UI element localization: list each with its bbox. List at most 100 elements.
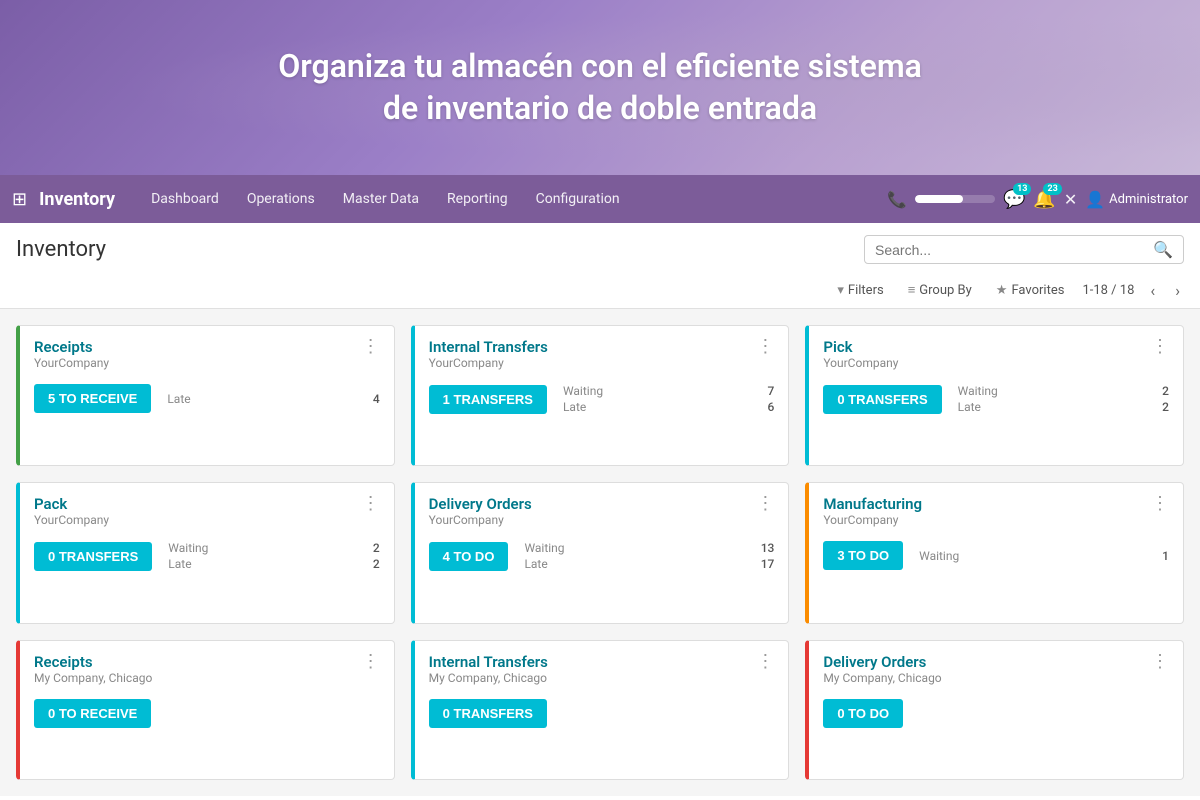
card-internal-transfers-chicago: Internal Transfers My Company, Chicago ⋮…	[411, 640, 790, 780]
card-delivery-orders-yourcompany: Delivery Orders YourCompany ⋮ 4 TO DO Wa…	[411, 482, 790, 623]
stat-row: Late 2	[958, 400, 1169, 414]
page-header: Inventory 🔍 ▾ Filters ≡ Group By ★ Favor…	[0, 223, 1200, 309]
card-subtitle: YourCompany	[429, 513, 532, 527]
card-menu-icon[interactable]: ⋮	[1151, 338, 1169, 356]
card-title[interactable]: Delivery Orders	[823, 653, 941, 671]
card-subtitle: YourCompany	[429, 356, 548, 370]
card-title[interactable]: Receipts	[34, 338, 109, 356]
card-action-button[interactable]: 4 TO DO	[429, 542, 509, 571]
nav-configuration[interactable]: Configuration	[524, 185, 632, 213]
stat-label: Late	[168, 557, 191, 571]
card-stats: Waiting 2 Late 2	[958, 384, 1169, 414]
stat-row: Waiting 2	[958, 384, 1169, 398]
page-count: 1-18 / 18	[1082, 283, 1134, 298]
card-action-button[interactable]: 0 TO RECEIVE	[34, 699, 151, 728]
stat-value: 2	[373, 557, 380, 571]
card-menu-icon[interactable]: ⋮	[756, 495, 774, 513]
card-body: 0 TRANSFERS Waiting 2 Late 2	[34, 541, 380, 571]
stat-label: Waiting	[958, 384, 998, 398]
next-page-button[interactable]: ›	[1171, 279, 1184, 302]
card-title[interactable]: Internal Transfers	[429, 338, 548, 356]
card-menu-icon[interactable]: ⋮	[362, 653, 380, 671]
card-menu-icon[interactable]: ⋮	[362, 338, 380, 356]
nav-brand[interactable]: Inventory	[39, 189, 115, 210]
nav-operations[interactable]: Operations	[235, 185, 327, 213]
stat-row: Waiting 7	[563, 384, 774, 398]
nav-reporting[interactable]: Reporting	[435, 185, 520, 213]
groupby-label: Group By	[919, 283, 972, 298]
card-action-button[interactable]: 0 TRANSFERS	[823, 385, 941, 414]
stat-value: 2	[1162, 384, 1169, 398]
stat-value: 13	[761, 541, 775, 555]
favorites-button[interactable]: ★ Favorites	[990, 279, 1071, 302]
favorites-label: Favorites	[1011, 283, 1064, 298]
stat-label: Waiting	[524, 541, 564, 555]
stat-value: 2	[373, 541, 380, 555]
card-header: Pack YourCompany ⋮	[34, 495, 380, 537]
toolbar: ▾ Filters ≡ Group By ★ Favorites 1-18 / …	[16, 272, 1184, 308]
card-body: 0 TO DO	[823, 699, 1169, 728]
nav-dashboard[interactable]: Dashboard	[139, 185, 231, 213]
title-row: Inventory 🔍	[16, 235, 1184, 264]
filters-button[interactable]: ▾ Filters	[831, 279, 889, 302]
card-header: Internal Transfers My Company, Chicago ⋮	[429, 653, 775, 695]
card-body: 1 TRANSFERS Waiting 7 Late 6	[429, 384, 775, 414]
card-title[interactable]: Manufacturing	[823, 495, 922, 513]
stat-value: 7	[768, 384, 775, 398]
nav-masterdata[interactable]: Master Data	[331, 185, 431, 213]
card-menu-icon[interactable]: ⋮	[756, 653, 774, 671]
card-delivery-orders-chicago: Delivery Orders My Company, Chicago ⋮ 0 …	[805, 640, 1184, 780]
card-header: Receipts YourCompany ⋮	[34, 338, 380, 380]
stat-label: Late	[563, 400, 586, 414]
stat-value: 2	[1162, 400, 1169, 414]
progress-bar-container	[915, 195, 995, 203]
card-subtitle: My Company, Chicago	[34, 671, 152, 685]
card-menu-icon[interactable]: ⋮	[1151, 495, 1169, 513]
messages-badge[interactable]: 💬 13	[1003, 189, 1025, 210]
groupby-button[interactable]: ≡ Group By	[902, 278, 978, 302]
search-input[interactable]	[875, 242, 1153, 258]
grid-icon[interactable]: ⊞	[12, 189, 27, 210]
card-body: 3 TO DO Waiting 1	[823, 541, 1169, 570]
card-receipts-yourcompany: Receipts YourCompany ⋮ 5 TO RECEIVE Late…	[16, 325, 395, 466]
card-title[interactable]: Internal Transfers	[429, 653, 548, 671]
user-menu[interactable]: 👤 Administrator	[1085, 190, 1188, 209]
stat-value: 17	[761, 557, 775, 571]
card-pack-yourcompany: Pack YourCompany ⋮ 0 TRANSFERS Waiting 2…	[16, 482, 395, 623]
card-stats: Late 4	[167, 392, 379, 406]
notifications-badge[interactable]: 🔔 23	[1033, 189, 1055, 210]
card-title[interactable]: Pick	[823, 338, 898, 356]
stat-row: Waiting 13	[524, 541, 774, 555]
card-header: Receipts My Company, Chicago ⋮	[34, 653, 380, 695]
card-manufacturing-yourcompany: Manufacturing YourCompany ⋮ 3 TO DO Wait…	[805, 482, 1184, 623]
stat-value: 6	[768, 400, 775, 414]
card-action-button[interactable]: 5 TO RECEIVE	[34, 384, 151, 413]
stat-value: 4	[373, 392, 380, 406]
hero-section: Organiza tu almacén con el eficiente sis…	[0, 0, 1200, 175]
card-internal-transfers-yourcompany: Internal Transfers YourCompany ⋮ 1 TRANS…	[411, 325, 790, 466]
card-stats: Waiting 2 Late 2	[168, 541, 379, 571]
card-title[interactable]: Delivery Orders	[429, 495, 532, 513]
card-action-button[interactable]: 3 TO DO	[823, 541, 903, 570]
stat-row: Late 17	[524, 557, 774, 571]
settings-icon[interactable]: ✕	[1064, 190, 1077, 209]
card-subtitle: My Company, Chicago	[823, 671, 941, 685]
card-pick-yourcompany: Pick YourCompany ⋮ 0 TRANSFERS Waiting 2…	[805, 325, 1184, 466]
card-title[interactable]: Receipts	[34, 653, 152, 671]
card-action-button[interactable]: 1 TRANSFERS	[429, 385, 547, 414]
card-menu-icon[interactable]: ⋮	[362, 495, 380, 513]
phone-icon[interactable]: 📞	[887, 190, 907, 209]
card-action-button[interactable]: 0 TRANSFERS	[429, 699, 547, 728]
card-menu-icon[interactable]: ⋮	[756, 338, 774, 356]
search-bar[interactable]: 🔍	[864, 235, 1184, 264]
card-action-button[interactable]: 0 TRANSFERS	[34, 542, 152, 571]
card-subtitle: My Company, Chicago	[429, 671, 548, 685]
card-header: Manufacturing YourCompany ⋮	[823, 495, 1169, 537]
stat-label: Waiting	[919, 549, 959, 563]
hero-title: Organiza tu almacén con el eficiente sis…	[278, 46, 922, 129]
card-menu-icon[interactable]: ⋮	[1151, 653, 1169, 671]
card-title[interactable]: Pack	[34, 495, 109, 513]
card-action-button[interactable]: 0 TO DO	[823, 699, 903, 728]
card-body: 5 TO RECEIVE Late 4	[34, 384, 380, 413]
prev-page-button[interactable]: ‹	[1146, 279, 1159, 302]
